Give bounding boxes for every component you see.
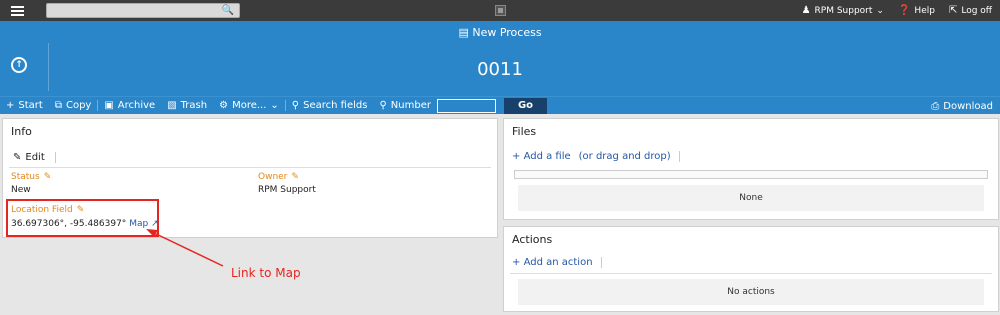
annotation-label: Link to Map bbox=[231, 266, 301, 280]
annotation-arrow-head bbox=[146, 229, 158, 237]
annotation-arrow bbox=[146, 229, 224, 267]
annotation-arrow-line bbox=[151, 231, 224, 267]
